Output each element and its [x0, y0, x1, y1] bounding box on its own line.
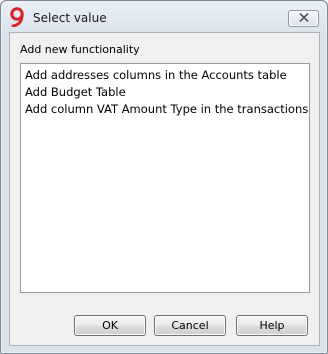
list-item[interactable]: Add addresses columns in the Accounts ta… [25, 67, 309, 84]
cancel-button[interactable]: Cancel [154, 315, 226, 336]
close-button[interactable] [288, 10, 319, 27]
title-bar[interactable]: Select value [2, 2, 326, 32]
dialog-body: Add new functionality Add addresses colu… [9, 32, 320, 346]
banana-9-icon [8, 7, 26, 28]
functionality-list[interactable]: Add addresses columns in the Accounts ta… [20, 63, 310, 293]
ok-button[interactable]: OK [74, 315, 146, 336]
close-icon [298, 12, 309, 25]
window-title: Select value [33, 11, 107, 25]
select-value-dialog: Select value Add new functionality Add a… [0, 0, 328, 354]
help-button[interactable]: Help [236, 315, 308, 336]
prompt-label: Add new functionality [20, 43, 140, 56]
list-item[interactable]: Add column VAT Amount Type in the transa… [25, 101, 309, 118]
list-item[interactable]: Add Budget Table [25, 84, 309, 101]
